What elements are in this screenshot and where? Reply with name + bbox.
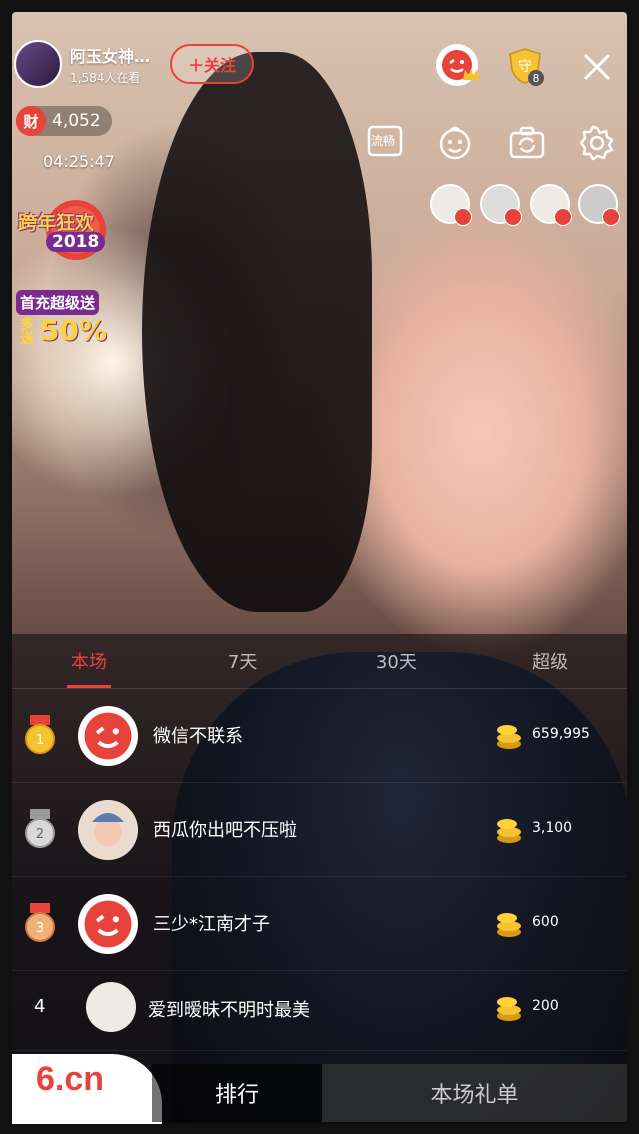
user-name: 爱到暧昧不明时最美 — [148, 1000, 310, 1021]
close-icon[interactable] — [578, 48, 616, 86]
settings-gear-icon[interactable] — [578, 124, 616, 162]
host-name: 阿玉女神… — [70, 46, 151, 66]
contribution-value: 600 — [532, 914, 559, 930]
crown-icon — [463, 68, 479, 80]
contribution-value: 3,100 — [532, 820, 573, 836]
fan-avatar-4[interactable] — [578, 184, 620, 226]
coin-stack-icon — [497, 997, 521, 1021]
ranking-row[interactable]: 1 微信不联系 659,995 — [12, 688, 627, 783]
recharge-title: 首充超级送 — [16, 290, 100, 315]
contribution-value: 200 — [532, 998, 559, 1014]
wealth-tag: 财 — [16, 106, 46, 136]
streamer-hair — [142, 52, 372, 612]
bronze-medal-icon: 3 — [25, 903, 55, 942]
rank-number: 4 — [34, 996, 46, 1017]
switch-camera-icon[interactable] — [508, 124, 546, 162]
silver-medal-icon: 2 — [25, 809, 55, 848]
user-name: 微信不联系 — [153, 726, 243, 747]
wink-face-icon — [84, 900, 132, 948]
svg-text:3: 3 — [36, 921, 44, 936]
contribution-value: 659,995 — [532, 726, 590, 742]
user-avatar[interactable] — [86, 982, 136, 1032]
user-avatar[interactable] — [78, 894, 138, 954]
recharge-sub: 多送 — [20, 317, 34, 347]
fan-badge-icon — [454, 208, 472, 226]
fan-badge-icon — [504, 208, 522, 226]
ranking-tabs: 本场 7天 30天 超级 — [12, 634, 627, 689]
svg-text:1: 1 — [36, 733, 44, 748]
guard-count-badge: 8 — [528, 70, 544, 86]
user-name: 三少*江南才子 — [153, 914, 270, 935]
tab-this-session[interactable]: 本场 — [12, 634, 166, 688]
wealth-value: 4,052 — [52, 111, 101, 131]
fan-avatar-2[interactable] — [480, 184, 522, 226]
bottom-bar: 6.cn 排行 本场礼单 — [12, 1054, 627, 1124]
live-timer: 04:25:47 — [43, 152, 115, 171]
tab-7-days[interactable]: 7天 — [166, 634, 320, 688]
app-logo: 6.cn — [36, 1060, 105, 1098]
fan-avatar-1[interactable] — [430, 184, 472, 226]
tab-gift-list[interactable]: 本场礼单 — [322, 1064, 627, 1122]
newyear-text: 跨年狂欢 — [18, 212, 95, 234]
tab-ranking[interactable]: 排行 — [152, 1064, 322, 1122]
gold-medal-icon: 1 — [25, 715, 55, 754]
coin-stack-icon — [497, 819, 521, 843]
coin-stack-icon — [497, 725, 521, 749]
newyear-year: 2018 — [46, 232, 106, 252]
ranking-row[interactable]: 3 三少*江南才子 600 — [12, 876, 627, 971]
newyear-promo-badge[interactable]: 跨年狂欢 2018 — [16, 194, 114, 266]
host-avatar[interactable] — [14, 40, 62, 88]
user-name: 西瓜你出吧不压啦 — [153, 820, 297, 841]
stream-quality-button[interactable]: 流畅 — [366, 124, 404, 162]
ranking-panel: 本场 7天 30天 超级 1 微信不联系 659,995 2 西瓜你出吧不压啦 … — [12, 634, 627, 1124]
tab-super[interactable]: 超级 — [473, 634, 627, 688]
beauty-face-icon[interactable] — [436, 124, 474, 162]
user-avatar[interactable] — [78, 706, 138, 766]
recharge-percent: 50% — [40, 314, 108, 347]
ranking-row[interactable]: 4 爱到暧昧不明时最美 200 — [12, 970, 627, 1051]
host-text: 阿玉女神… 1,584人在看 — [70, 43, 150, 86]
svg-text:2: 2 — [36, 827, 44, 842]
follow-button[interactable]: ＋关注 — [170, 44, 254, 84]
logo-container: 6.cn — [12, 1054, 162, 1124]
fan-avatar-3[interactable] — [530, 184, 572, 226]
fan-badge-icon — [602, 208, 620, 226]
tab-30-days[interactable]: 30天 — [320, 634, 474, 688]
ranking-row[interactable]: 2 西瓜你出吧不压啦 3,100 — [12, 782, 627, 877]
wink-face-icon — [84, 712, 132, 760]
opera-mask-avatar-icon — [78, 800, 138, 860]
recharge-promo-badge[interactable]: 首充超级送 多送 50% — [16, 290, 112, 352]
wealth-counter[interactable]: 财 4,052 — [16, 106, 112, 136]
coin-stack-icon — [497, 913, 521, 937]
viewer-count: 1,584人在看 — [70, 70, 141, 85]
user-avatar[interactable] — [78, 800, 138, 860]
host-info[interactable]: 阿玉女神… 1,584人在看 — [14, 40, 150, 88]
quality-label: 流畅 — [371, 134, 396, 148]
fan-badge-icon — [554, 208, 572, 226]
